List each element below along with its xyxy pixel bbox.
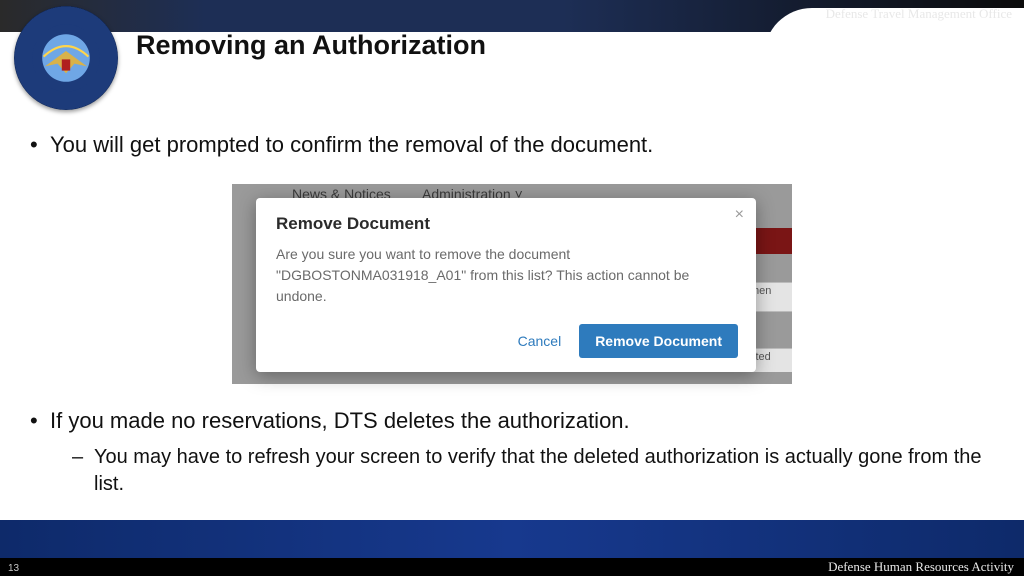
remove-document-button[interactable]: Remove Document (579, 324, 738, 358)
dialog-title: Remove Document (276, 214, 736, 234)
bullet-2-sub-1: You may have to refresh your screen to v… (50, 444, 994, 498)
org-seal-icon (14, 6, 118, 110)
bullet-2-text: If you made no reservations, DTS deletes… (50, 408, 630, 433)
bullet-1: You will get prompted to confirm the rem… (30, 130, 994, 160)
slide-title: Removing an Authorization (136, 30, 486, 61)
footer-bar: 13 Defense Human Resources Activity (0, 558, 1024, 576)
dialog-body: Are you sure you want to remove the docu… (276, 244, 706, 307)
bullet-2: If you made no reservations, DTS deletes… (30, 406, 994, 498)
footer-wave (0, 520, 1024, 558)
embedded-screenshot: News & Notices Administration ˅ men itte… (232, 184, 792, 384)
dialog-actions: Cancel Remove Document (518, 324, 738, 358)
footer-agency-label: Defense Human Resources Activity (828, 559, 1014, 575)
close-icon[interactable]: × (735, 206, 744, 224)
cancel-button[interactable]: Cancel (518, 333, 562, 349)
body-area-2: If you made no reservations, DTS deletes… (30, 406, 994, 508)
body-area: You will get prompted to confirm the rem… (30, 130, 994, 170)
eagle-icon (31, 23, 101, 93)
header-office-label: Defense Travel Management Office (826, 6, 1012, 22)
remove-document-dialog: × Remove Document Are you sure you want … (256, 198, 756, 372)
page-number: 13 (8, 563, 19, 574)
